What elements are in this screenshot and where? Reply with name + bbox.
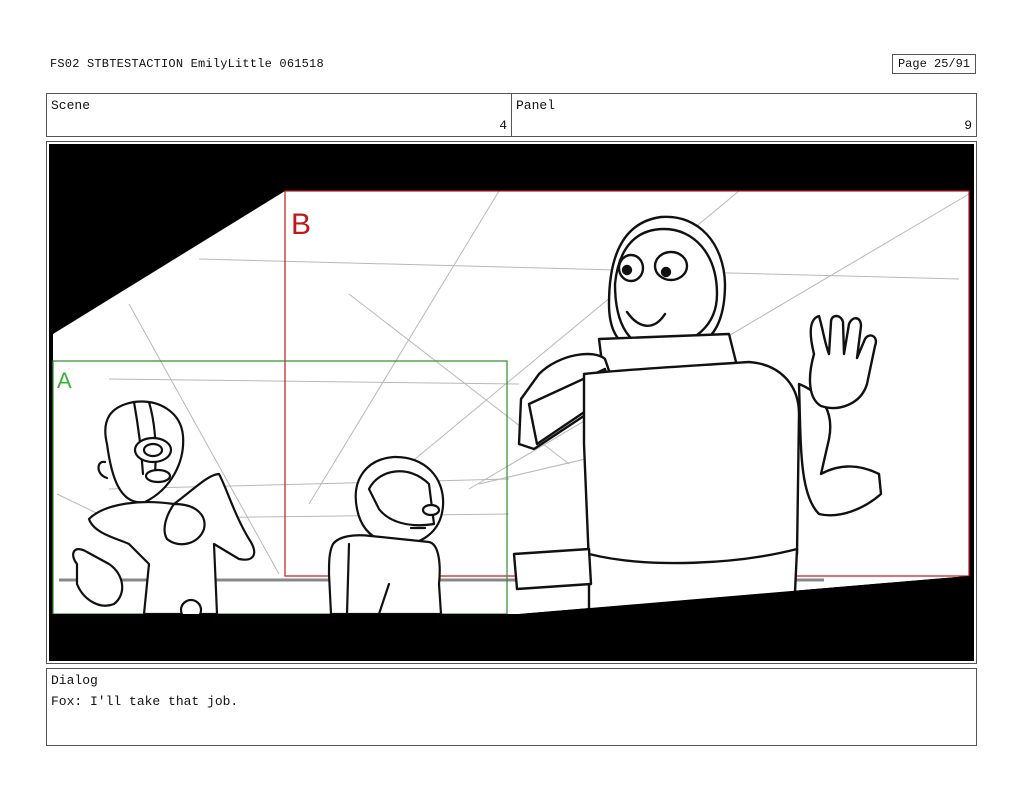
panel-cell: Panel 9 xyxy=(511,94,976,136)
dialog-text: Fox: I'll take that job. xyxy=(51,694,239,709)
storyboard-sketch: B A xyxy=(49,144,974,661)
document-title: FS02 STBTESTACTION EmilyLittle 061518 xyxy=(50,57,324,71)
dialog-box: Dialog Fox: I'll take that job. xyxy=(46,668,977,746)
scene-cell: Scene 4 xyxy=(47,94,511,136)
panel-label: Panel xyxy=(516,98,556,113)
frame-a-label: A xyxy=(57,368,72,393)
scene-label: Scene xyxy=(51,98,91,113)
frame-b-label: B xyxy=(291,208,311,241)
page-number: Page 25/91 xyxy=(892,54,976,74)
scene-value: 4 xyxy=(499,118,507,133)
dialog-label: Dialog xyxy=(51,673,98,688)
scene-panel-row: Scene 4 Panel 9 xyxy=(46,93,977,137)
panel-value: 9 xyxy=(964,118,972,133)
